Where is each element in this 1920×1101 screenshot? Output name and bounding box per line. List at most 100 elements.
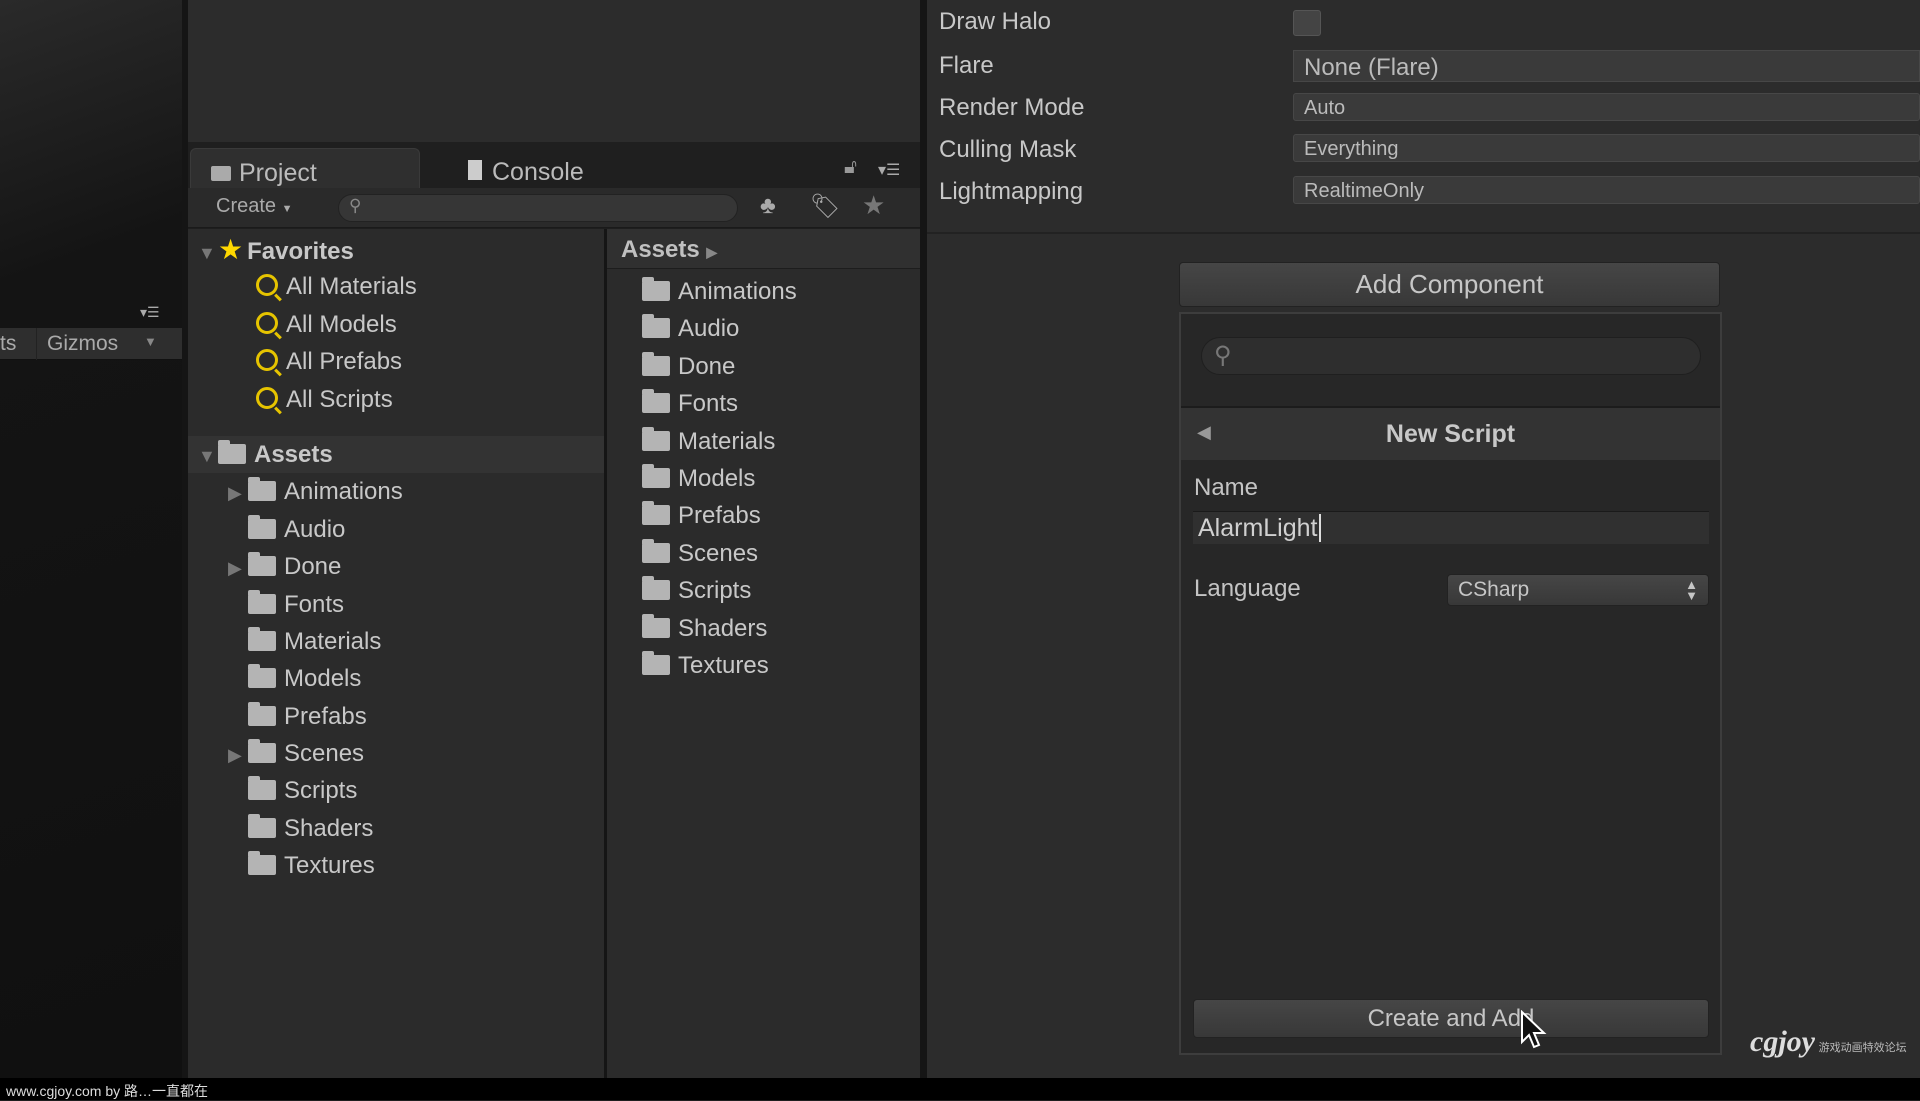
folder-icon bbox=[642, 463, 670, 488]
render-mode-dropdown[interactable]: Auto bbox=[1293, 93, 1920, 121]
script-name-value: AlarmLight bbox=[1198, 514, 1318, 542]
tree-folder-item[interactable]: Audio bbox=[188, 511, 604, 548]
add-component-popup: ⚲ ◀ New Script Name AlarmLight Language … bbox=[1179, 312, 1722, 1055]
divider bbox=[927, 232, 1920, 234]
tab-console-label: Console bbox=[492, 158, 584, 186]
scene-view[interactable] bbox=[0, 0, 182, 1078]
create-and-add-button[interactable]: Create and Add bbox=[1193, 999, 1709, 1038]
tree-folder-item[interactable]: Models bbox=[188, 660, 604, 697]
tab-console[interactable]: Console bbox=[448, 148, 648, 188]
favorite-item-label: All Scripts bbox=[286, 385, 393, 413]
folder-label: Done bbox=[284, 553, 342, 581]
panel-menu-icon[interactable]: ▾☰ bbox=[878, 160, 900, 180]
folder-icon bbox=[642, 650, 670, 675]
search-filter-icon bbox=[256, 349, 278, 372]
top-panel bbox=[188, 0, 920, 142]
collapsed-arrow-icon[interactable]: ▶ bbox=[228, 475, 248, 512]
tab-project-label: Project bbox=[239, 159, 317, 187]
expanded-arrow-icon[interactable]: ▼ bbox=[198, 235, 218, 272]
tree-folder-item[interactable]: Fonts bbox=[188, 586, 604, 623]
star-icon: ★ bbox=[218, 234, 244, 265]
folder-icon bbox=[642, 389, 670, 414]
folder-label: Done bbox=[678, 352, 736, 380]
updown-arrow-icon: ▲ ▼ bbox=[1685, 577, 1698, 603]
lock-icon[interactable]: 🔓︎ bbox=[844, 156, 857, 179]
folder-icon bbox=[642, 314, 670, 339]
breadcrumb-assets[interactable]: Assets bbox=[621, 236, 700, 263]
filter-by-label-icon[interactable]: 🏷︎ bbox=[810, 192, 840, 221]
folder-list-item[interactable]: Animations bbox=[642, 273, 920, 310]
popup-title: New Script bbox=[1385, 420, 1516, 448]
tree-assets[interactable]: ▼ Assets bbox=[188, 435, 604, 475]
folder-label: Shaders bbox=[284, 814, 374, 842]
folder-label: Animations bbox=[284, 478, 403, 506]
tree-folder-item[interactable]: ▶ Done bbox=[188, 548, 604, 585]
flare-field[interactable]: None (Flare) bbox=[1293, 50, 1920, 82]
tree-folder-item[interactable]: Prefabs bbox=[188, 698, 604, 735]
favorite-item[interactable]: All Models bbox=[188, 306, 604, 343]
folder-list-item[interactable]: Prefabs bbox=[642, 497, 920, 534]
folder-list-item[interactable]: Audio bbox=[642, 310, 920, 347]
tree-folder-item[interactable]: ▶ Animations bbox=[188, 473, 604, 510]
footer-caption: www.cgjoy.com by 路…一直都在 bbox=[0, 1078, 1920, 1100]
filter-by-type-icon[interactable]: ♣ bbox=[760, 192, 776, 220]
project-tree: ▼★ Favorites All Materials All Models All P… bbox=[188, 229, 604, 1078]
favorite-item-label: All Models bbox=[286, 310, 397, 338]
folder-icon bbox=[642, 277, 670, 301]
add-component-button[interactable]: Add Component bbox=[1179, 262, 1720, 307]
prop-label-draw-halo: Draw Halo bbox=[939, 8, 1052, 35]
collapsed-arrow-icon[interactable]: ▶ bbox=[228, 550, 248, 587]
tree-folder-item[interactable]: Shaders bbox=[188, 810, 604, 847]
lightmapping-dropdown[interactable]: RealtimeOnly bbox=[1293, 176, 1920, 204]
draw-halo-checkbox[interactable] bbox=[1293, 10, 1321, 36]
folder-label: Prefabs bbox=[678, 502, 761, 530]
expanded-arrow-icon[interactable]: ▼ bbox=[198, 438, 218, 475]
tree-folder-item[interactable]: Materials bbox=[188, 623, 604, 660]
gizmos-dropdown-icon[interactable]: ▼ bbox=[144, 334, 157, 349]
folder-list-item[interactable]: Shaders bbox=[642, 610, 920, 647]
folder-icon bbox=[218, 439, 246, 464]
favorite-item-label: All Materials bbox=[286, 273, 417, 301]
divider bbox=[920, 0, 927, 1078]
create-button[interactable]: Create ▼ bbox=[216, 195, 292, 218]
folder-list-panel: Assets ▶ Animations Audio Done Fonts Materia… bbox=[607, 229, 920, 1078]
folder-label: Fonts bbox=[678, 390, 739, 418]
folder-list-item[interactable]: Fonts bbox=[642, 385, 920, 422]
folder-list-item[interactable]: Textures bbox=[642, 647, 920, 684]
folder-label: Audio bbox=[678, 315, 740, 343]
collapsed-arrow-icon[interactable]: ▶ bbox=[228, 737, 248, 774]
prop-label-culling-mask: Culling Mask bbox=[939, 136, 1077, 163]
gizmos-button[interactable]: Gizmos bbox=[36, 328, 128, 360]
back-arrow-icon[interactable]: ◀ bbox=[1197, 422, 1211, 443]
scene-toolbar-partial[interactable]: ts bbox=[0, 332, 16, 356]
folder-list-item[interactable]: Materials bbox=[642, 423, 920, 460]
tree-folder-item[interactable]: Scripts bbox=[188, 772, 604, 809]
favorite-star-icon[interactable]: ★ bbox=[862, 190, 885, 221]
favorite-item[interactable]: All Scripts bbox=[188, 381, 604, 418]
folder-icon bbox=[248, 701, 276, 726]
search-icon: ⚲ bbox=[1214, 342, 1232, 369]
component-search-input[interactable]: ⚲ bbox=[1201, 337, 1701, 375]
folder-list-item[interactable]: Scripts bbox=[642, 572, 920, 609]
prop-label-render-mode: Render Mode bbox=[939, 94, 1085, 121]
folder-label: Scripts bbox=[678, 577, 752, 605]
prop-label-lightmapping: Lightmapping bbox=[939, 178, 1084, 205]
favorite-item[interactable]: All Prefabs bbox=[188, 343, 604, 380]
folder-label: Scripts bbox=[284, 777, 358, 805]
tree-folder-item[interactable]: ▶ Scenes bbox=[188, 735, 604, 772]
folder-icon bbox=[248, 664, 276, 689]
folder-list-item[interactable]: Scenes bbox=[642, 535, 920, 572]
folder-label: Textures bbox=[678, 651, 769, 679]
prop-label-flare: Flare bbox=[939, 52, 994, 79]
tree-folder-item[interactable]: Textures bbox=[188, 847, 604, 884]
favorite-item[interactable]: All Materials bbox=[188, 268, 604, 305]
language-dropdown[interactable]: CSharp ▲ ▼ bbox=[1447, 574, 1709, 606]
folder-list-item[interactable]: Models bbox=[642, 460, 920, 497]
script-name-input[interactable]: AlarmLight bbox=[1193, 511, 1709, 544]
project-search-input[interactable]: ⚲ bbox=[338, 194, 738, 222]
tree-favorites[interactable]: ▼★ Favorites bbox=[188, 231, 604, 268]
panel-menu-icon[interactable]: ▾☰ bbox=[140, 304, 160, 321]
tab-project[interactable]: Project bbox=[190, 148, 420, 188]
folder-list-item[interactable]: Done bbox=[642, 348, 920, 385]
culling-mask-dropdown[interactable]: Everything bbox=[1293, 134, 1920, 162]
